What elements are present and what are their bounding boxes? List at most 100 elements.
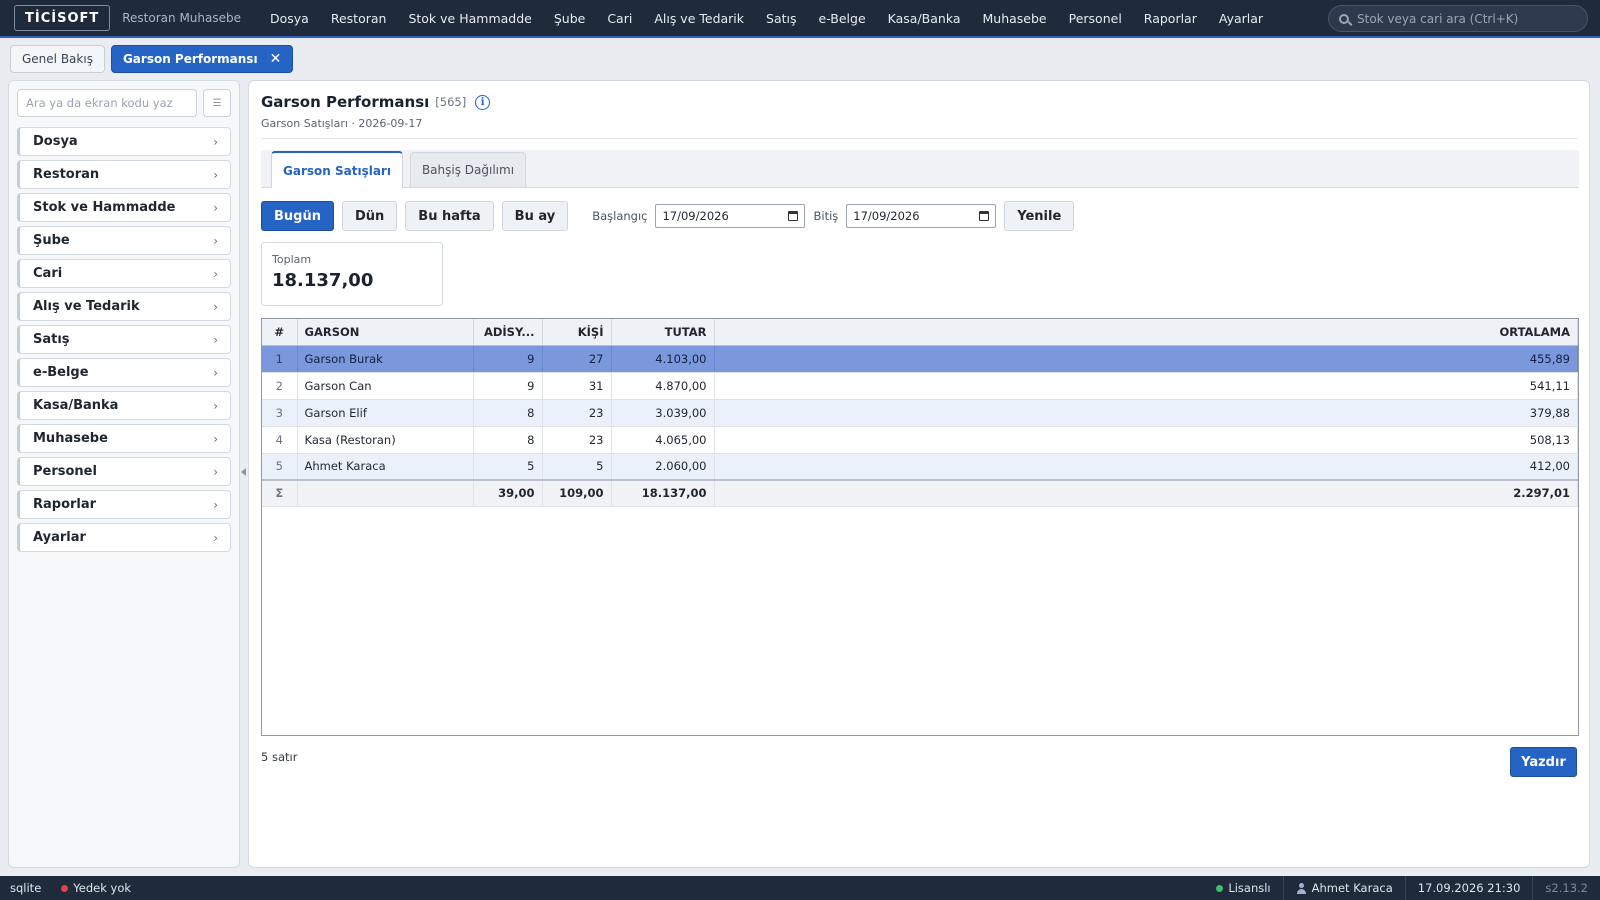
sidebar-item-label: Kasa/Banka: [33, 398, 119, 413]
quick-filter-bugün-button[interactable]: Bugün: [261, 201, 334, 231]
table-cell: 4: [262, 426, 298, 454]
column-header[interactable]: KİŞİ: [542, 319, 612, 346]
menu-item-kasa-banka[interactable]: Kasa/Banka: [877, 0, 972, 37]
sum-cell: [297, 479, 474, 507]
menu-item-e-belge[interactable]: e-Belge: [808, 0, 877, 37]
info-icon[interactable]: i: [475, 94, 491, 110]
sidebar-item-e-belge[interactable]: e-Belge ›: [17, 358, 231, 387]
sidebar-item-ayarlar[interactable]: Ayarlar ›: [17, 523, 231, 552]
table-cell: 2.060,00: [611, 453, 715, 481]
total-label: Toplam: [272, 253, 312, 266]
title-divider: [261, 138, 1577, 139]
page-tab-garson-performansı[interactable]: Garson Performansı ✕: [110, 45, 294, 73]
quick-filter-dün-button[interactable]: Dün: [341, 201, 398, 231]
table-cell: 3.039,00: [611, 399, 715, 427]
waiter-sales-grid[interactable]: # GARSON ADİSY... KİŞİ TUTAR ORTALAMA 1 Garson…: [261, 318, 1579, 736]
total-card: Toplam 18.137,00: [261, 242, 443, 306]
sidebar-item-label: Şube: [33, 233, 70, 248]
menu-item-cari[interactable]: Cari: [596, 0, 643, 37]
column-header[interactable]: GARSON: [297, 319, 474, 346]
sidebar-item-şube[interactable]: Şube ›: [17, 226, 231, 255]
menu-item-restoran[interactable]: Restoran: [320, 0, 398, 37]
sum-cell: 18.137,00: [611, 479, 715, 507]
backup-status-text: Yedek yok: [73, 881, 132, 895]
chevron-right-icon: ›: [213, 134, 218, 149]
print-button[interactable]: Yazdır: [1510, 747, 1577, 777]
table-row[interactable]: 3 Garson Elif 8 23 3.039,00 379,88: [262, 399, 1578, 427]
column-header[interactable]: TUTAR: [611, 319, 715, 346]
table-row[interactable]: 4 Kasa (Restoran) 8 23 4.065,00 508,13: [262, 426, 1578, 454]
tab-garson-satışları[interactable]: Garson Satışları: [271, 151, 403, 188]
table-cell: 5: [542, 453, 612, 481]
close-icon[interactable]: ✕: [270, 51, 282, 67]
menu-item-dosya[interactable]: Dosya: [259, 0, 320, 37]
datetime: 17.09.2026 21:30: [1404, 876, 1533, 900]
sidebar-item-personel[interactable]: Personel ›: [17, 457, 231, 486]
sidebar-item-cari[interactable]: Cari ›: [17, 259, 231, 288]
table-cell: 5: [262, 453, 298, 481]
chevron-right-icon: ›: [213, 431, 218, 446]
chevron-right-icon: ›: [213, 233, 218, 248]
current-user-name: Ahmet Karaca: [1311, 881, 1393, 895]
sidebar-item-kasa-banka[interactable]: Kasa/Banka ›: [17, 391, 231, 420]
menu-item-ayarlar[interactable]: Ayarlar: [1208, 0, 1274, 37]
calendar-icon[interactable]: [788, 211, 799, 221]
table-row[interactable]: 1 Garson Burak 9 27 4.103,00 455,89: [262, 345, 1578, 373]
global-search-input[interactable]: [1357, 11, 1577, 26]
sidebar-item-label: Raporlar: [33, 497, 97, 512]
page-tab-label: Garson Performansı: [122, 52, 258, 66]
menu-item-raporlar[interactable]: Raporlar: [1133, 0, 1208, 37]
table-cell: Garson Elif: [297, 399, 474, 427]
license-status-text: Lisanslı: [1228, 881, 1271, 895]
quick-filter-bu-hafta-button[interactable]: Bu hafta: [405, 201, 494, 231]
calendar-icon[interactable]: [979, 211, 990, 221]
grid-header-row: # GARSON ADİSY... KİŞİ TUTAR ORTALAMA: [262, 319, 1578, 346]
sidebar-item-raporlar[interactable]: Raporlar ›: [17, 490, 231, 519]
sidebar-item-alış-ve-tedarik[interactable]: Alış ve Tedarik ›: [17, 292, 231, 321]
menu-item-stok-ve-hammadde[interactable]: Stok ve Hammadde: [397, 0, 542, 37]
page-tab-genel-bakış[interactable]: Genel Bakış: [10, 45, 105, 73]
menu-item-muhasebe[interactable]: Muhasebe: [972, 0, 1058, 37]
end-date-value: 17/09/2026: [853, 209, 920, 223]
license-status: Lisanslı: [1204, 876, 1282, 900]
page-tab-strip: Genel Bakış Garson Performansı ✕: [0, 40, 1600, 78]
column-header[interactable]: #: [262, 319, 298, 346]
brand-logo[interactable]: TİCİSOFT: [14, 5, 111, 31]
chevron-right-icon: ›: [213, 530, 218, 545]
table-cell: 379,88: [714, 399, 1578, 427]
sidebar-search-input[interactable]: [17, 89, 198, 117]
table-cell: 3: [262, 399, 298, 427]
page-subtitle: Garson Satışları · 2026-09-17: [261, 117, 423, 130]
table-row[interactable]: 5 Ahmet Karaca 5 5 2.060,00 412,00: [262, 453, 1578, 481]
column-header[interactable]: ORTALAMA: [714, 319, 1578, 346]
sidebar-item-stok-ve-hammadde[interactable]: Stok ve Hammadde ›: [17, 193, 231, 222]
menu-item-şube[interactable]: Şube: [543, 0, 596, 37]
sidebar-item-satış[interactable]: Satış ›: [17, 325, 231, 354]
table-cell: 27: [542, 345, 612, 373]
table-cell: 4.065,00: [611, 426, 715, 454]
global-search[interactable]: [1328, 5, 1588, 32]
main-panel: Garson Performansı [565] i Garson Satışl…: [248, 80, 1590, 868]
chevron-right-icon: ›: [213, 398, 218, 413]
refresh-button[interactable]: Yenile: [1004, 201, 1075, 231]
table-row[interactable]: 2 Garson Can 9 31 4.870,00 541,11: [262, 372, 1578, 400]
end-date-input[interactable]: 17/09/2026: [846, 204, 997, 228]
sidebar-menu-toggle-button[interactable]: ☰: [203, 89, 231, 117]
sidebar-item-dosya[interactable]: Dosya ›: [17, 127, 231, 156]
sidebar-item-label: Restoran: [33, 167, 100, 182]
sidebar-item-label: Satış: [33, 332, 70, 347]
menu-item-alış-ve-tedarik[interactable]: Alış ve Tedarik: [643, 0, 755, 37]
current-user[interactable]: Ahmet Karaca: [1282, 876, 1405, 900]
license-status-dot: [1216, 884, 1224, 892]
column-header[interactable]: ADİSY...: [473, 319, 543, 346]
table-cell: 8: [473, 399, 543, 427]
menu-item-satış[interactable]: Satış: [755, 0, 807, 37]
sidebar-item-restoran[interactable]: Restoran ›: [17, 160, 231, 189]
menu-item-personel[interactable]: Personel: [1058, 0, 1133, 37]
sidebar-item-muhasebe[interactable]: Muhasebe ›: [17, 424, 231, 453]
start-date-input[interactable]: 17/09/2026: [655, 204, 806, 228]
quick-filter-bu-ay-button[interactable]: Bu ay: [501, 201, 569, 231]
table-cell: 455,89: [714, 345, 1578, 373]
sidebar-collapse-handle[interactable]: [241, 468, 246, 476]
tab-bahşiş-dağılımı[interactable]: Bahşiş Dağılımı: [409, 152, 527, 187]
